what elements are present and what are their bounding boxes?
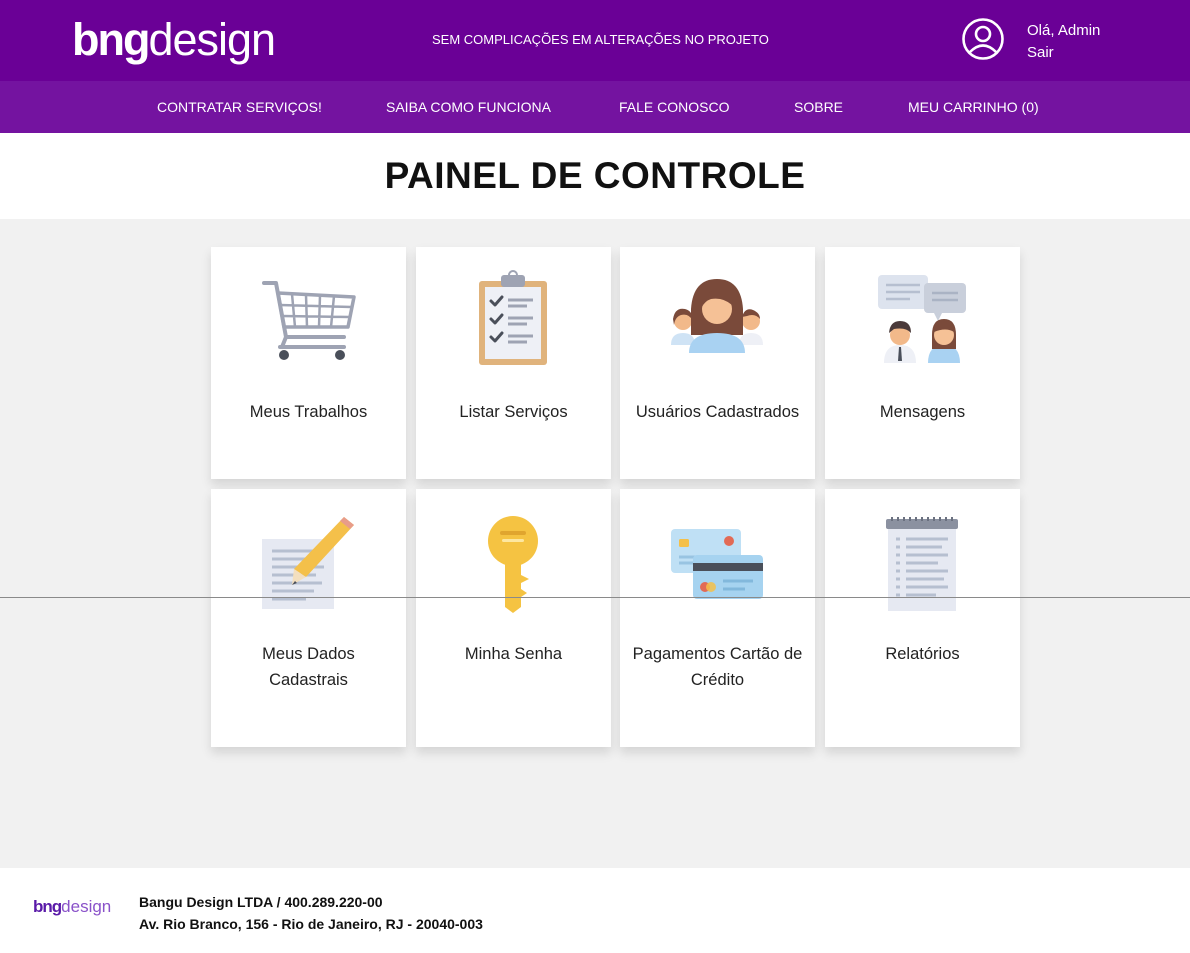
key-icon xyxy=(488,516,538,613)
document-pencil-icon xyxy=(262,517,354,609)
company-address: Av. Rio Branco, 156 - Rio de Janeiro, RJ… xyxy=(139,916,483,932)
logout-link[interactable]: Sair xyxy=(1027,42,1100,64)
card-minha-senha[interactable]: Minha Senha xyxy=(416,489,611,747)
card-label: Usuários Cadastrados xyxy=(635,403,800,421)
nav-fale-conosco[interactable]: FALE CONOSCO xyxy=(619,81,729,133)
card-label: Listar Serviços xyxy=(459,403,568,421)
footer-logo[interactable]: bngdesign xyxy=(33,897,111,917)
card-relatorios[interactable]: Relatórios xyxy=(825,489,1020,747)
footer: bngdesign Bangu Design LTDA / 400.289.22… xyxy=(0,868,1190,953)
footer-logo-bold: bng xyxy=(33,897,62,916)
user-circle-icon[interactable] xyxy=(961,17,1005,61)
greeting-text: Olá, Admin xyxy=(1027,22,1101,39)
tagline: SEM COMPLICAÇÕES EM ALTERAÇÕES NO PROJET… xyxy=(432,32,769,47)
clipboard-checklist-icon xyxy=(479,270,547,365)
divider-line xyxy=(0,597,1190,598)
card-label: Meus Dados Cadastrais xyxy=(262,645,355,689)
credit-cards-icon xyxy=(671,529,763,599)
card-meus-trabalhos[interactable]: Meus Trabalhos xyxy=(211,247,406,479)
logo-bold-text: bng xyxy=(72,14,150,65)
card-label: Relatórios xyxy=(885,645,960,663)
chat-messages-icon xyxy=(878,275,966,363)
card-listar-servicos[interactable]: Listar Serviços xyxy=(416,247,611,479)
card-mensagens[interactable]: Mensagens xyxy=(825,247,1020,479)
main-nav: CONTRATAR SERVIÇOS! SAIBA COMO FUNCIONA … xyxy=(0,81,1190,133)
card-label: Pagamentos Cartão de Crédito xyxy=(632,645,803,689)
page-title: PAINEL DE CONTROLE xyxy=(384,155,806,196)
card-label: Meus Trabalhos xyxy=(249,403,368,421)
nav-meu-carrinho[interactable]: MEU CARRINHO (0) xyxy=(908,81,1039,133)
footer-logo-light: design xyxy=(61,897,112,916)
card-meus-dados-cadastrais[interactable]: Meus Dados Cadastrais xyxy=(211,489,406,747)
nav-contratar-servicos[interactable]: CONTRATAR SERVIÇOS! xyxy=(157,81,322,133)
users-group-icon xyxy=(671,279,763,353)
card-label: Mensagens xyxy=(879,403,966,421)
user-greeting-block: Olá, Admin Sair xyxy=(1027,20,1100,64)
shopping-cart-icon xyxy=(262,281,356,360)
notepad-report-icon xyxy=(886,517,958,611)
card-pagamentos-cartao[interactable]: Pagamentos Cartão de Crédito xyxy=(620,489,815,747)
top-header: bngdesign SEM COMPLICAÇÕES EM ALTERAÇÕES… xyxy=(0,0,1190,81)
company-info: Bangu Design LTDA / 400.289.220-00 xyxy=(139,894,383,910)
card-label: Minha Senha xyxy=(464,645,563,663)
logo-light-text: design xyxy=(148,14,276,65)
brand-logo[interactable]: bngdesign xyxy=(72,14,276,66)
nav-sobre[interactable]: SOBRE xyxy=(794,81,843,133)
nav-saiba-como-funciona[interactable]: SAIBA COMO FUNCIONA xyxy=(386,81,551,133)
title-band: PAINEL DE CONTROLE xyxy=(0,133,1190,219)
card-usuarios-cadastrados[interactable]: Usuários Cadastrados xyxy=(620,247,815,479)
footer-address-block: Bangu Design LTDA / 400.289.220-00 Av. R… xyxy=(139,891,483,935)
